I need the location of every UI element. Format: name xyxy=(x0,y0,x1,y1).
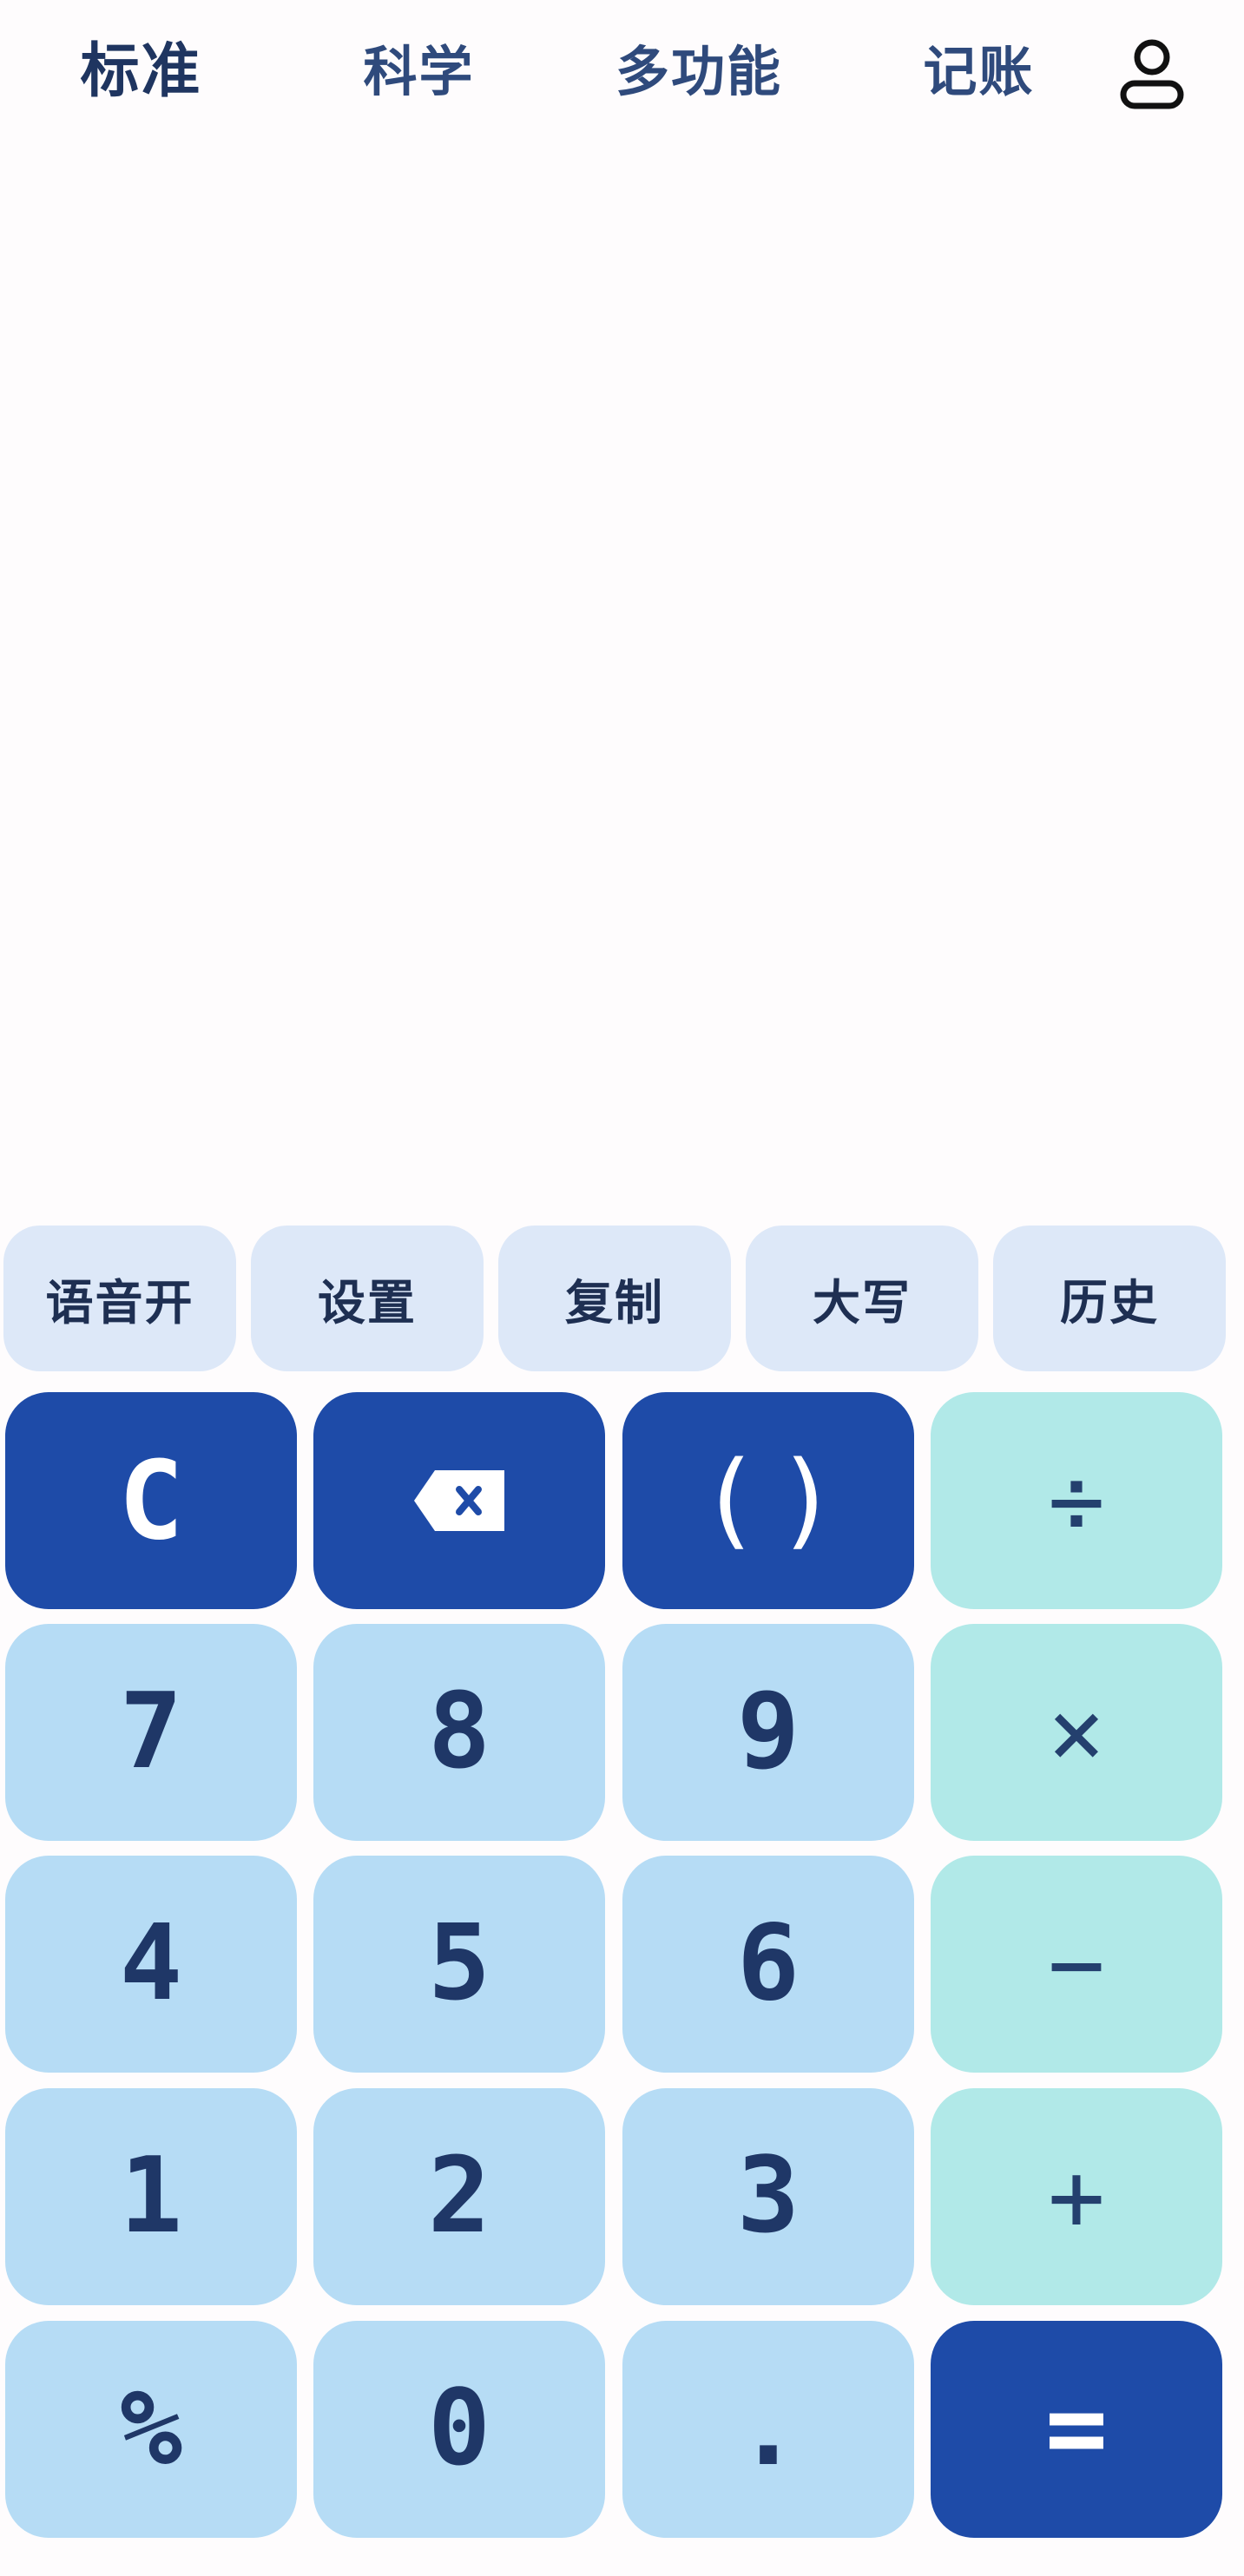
digit-1-button[interactable]: 1 xyxy=(5,2088,297,2305)
equals-button[interactable]: = xyxy=(931,2321,1222,2538)
digit-9-button[interactable]: 9 xyxy=(622,1624,914,1841)
settings-button[interactable]: 设置 xyxy=(251,1226,484,1371)
digit-0-label: 0 xyxy=(427,2369,491,2489)
divide-label: ÷ xyxy=(1047,1445,1106,1556)
equals-label: = xyxy=(1044,2369,1109,2489)
digit-7-label: 7 xyxy=(119,1672,183,1792)
history-button[interactable]: 历史 xyxy=(993,1226,1226,1371)
user-icon[interactable] xyxy=(1113,33,1191,111)
digit-6-label: 6 xyxy=(736,1903,800,2024)
clear-button[interactable]: C xyxy=(5,1392,297,1609)
divide-button[interactable]: ÷ xyxy=(931,1392,1222,1609)
parentheses-label: ( ) xyxy=(711,1440,826,1561)
tab-multifunction[interactable]: 多功能 xyxy=(603,26,794,117)
backspace-icon xyxy=(414,1470,504,1531)
percent-label: % xyxy=(119,2369,183,2489)
multiply-button[interactable]: × xyxy=(931,1624,1222,1841)
digit-3-button[interactable]: 3 xyxy=(622,2088,914,2305)
tab-bookkeeping[interactable]: 记账 xyxy=(898,26,1059,117)
copy-button[interactable]: 复制 xyxy=(498,1226,731,1371)
digit-8-button[interactable]: 8 xyxy=(313,1624,605,1841)
digit-4-button[interactable]: 4 xyxy=(5,1856,297,2073)
tab-scientific[interactable]: 科学 xyxy=(339,26,499,117)
backspace-button[interactable] xyxy=(313,1392,605,1609)
decimal-point-label: . xyxy=(736,2369,800,2489)
digit-8-label: 8 xyxy=(427,1672,491,1792)
digit-7-button[interactable]: 7 xyxy=(5,1624,297,1841)
parentheses-button[interactable]: ( ) xyxy=(622,1392,914,1609)
clear-label: C xyxy=(118,1437,184,1564)
digit-5-button[interactable]: 5 xyxy=(313,1856,605,2073)
decimal-point-button[interactable]: . xyxy=(622,2321,914,2538)
subtract-button[interactable]: − xyxy=(931,1856,1222,2073)
multiply-label: × xyxy=(1047,1677,1106,1788)
add-label: + xyxy=(1047,2141,1106,2252)
mode-tab-bar: 标准 科学 多功能 记账 xyxy=(0,0,1244,143)
calculator-display xyxy=(0,143,1244,1211)
digit-1-label: 1 xyxy=(119,2136,183,2257)
uppercase-button[interactable]: 大写 xyxy=(746,1226,978,1371)
digit-2-button[interactable]: 2 xyxy=(313,2088,605,2305)
digit-0-button[interactable]: 0 xyxy=(313,2321,605,2538)
percent-button[interactable]: % xyxy=(5,2321,297,2538)
digit-3-label: 3 xyxy=(736,2136,800,2257)
digit-4-label: 4 xyxy=(119,1903,183,2024)
digit-9-label: 9 xyxy=(736,1672,800,1792)
digit-5-label: 5 xyxy=(427,1903,491,2024)
digit-6-button[interactable]: 6 xyxy=(622,1856,914,2073)
voice-toggle-button[interactable]: 语音开 xyxy=(3,1226,236,1371)
add-button[interactable]: + xyxy=(931,2088,1222,2305)
tab-standard[interactable]: 标准 xyxy=(61,26,221,117)
digit-2-label: 2 xyxy=(427,2136,491,2257)
subtract-label: − xyxy=(1047,1909,1106,2020)
